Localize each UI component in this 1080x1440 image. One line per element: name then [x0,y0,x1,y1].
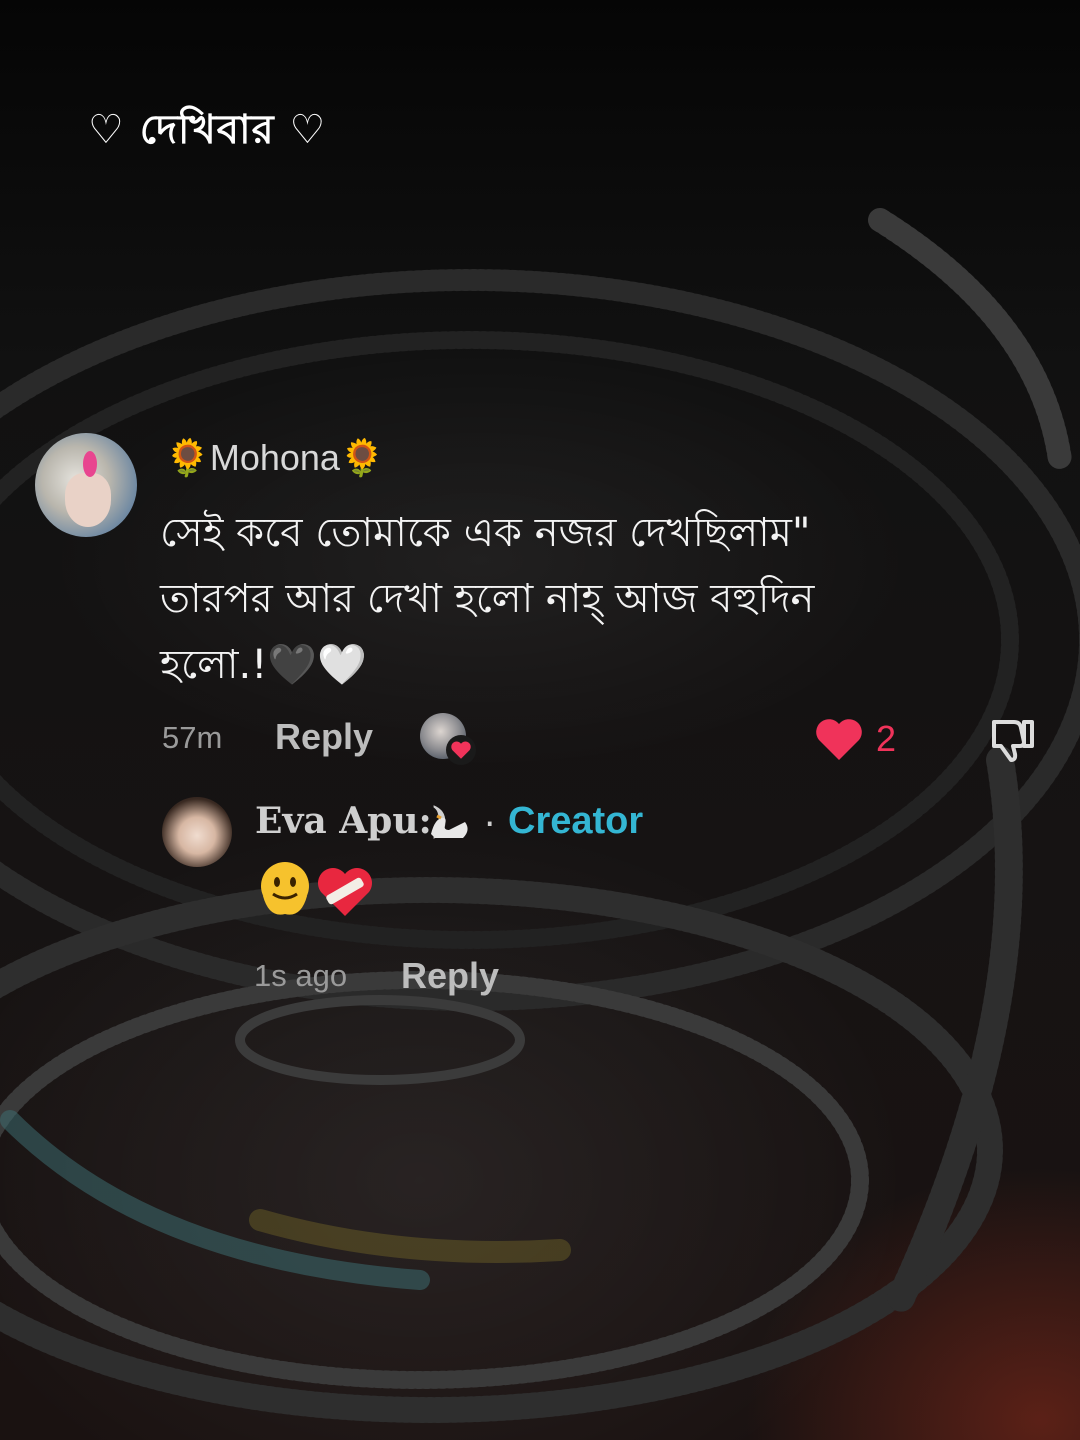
dislike-icon[interactable] [986,714,1038,766]
avatar-hand [65,473,111,527]
comment-reply-button[interactable]: Reply [275,716,373,758]
creator-liked-heart-icon [446,735,476,765]
mending-heart-icon [318,868,372,916]
reply-time: 1s ago [254,958,348,993]
avatar-flower [83,451,97,477]
name-separator: · [484,804,496,845]
commenter-avatar[interactable] [35,433,137,537]
comment-text: সেই কবে তোমাকে এক নজর দেখছিলাম" তারপর আর… [160,510,815,688]
commenter-username[interactable]: 🌻Mohona🌻 [165,437,385,479]
like-count: 2 [876,718,897,759]
like-heart-icon[interactable] [814,716,864,762]
melting-face-icon [261,862,309,915]
reply-username[interactable]: Eva Apu:) [255,800,449,842]
comment-time: 57m [162,720,223,755]
reply-reply-button[interactable]: Reply [401,955,499,997]
reply-avatar[interactable] [162,797,232,867]
creator-badge: Creator [508,800,644,842]
swan-icon [431,814,468,838]
reply-emoji-content [261,862,372,916]
page-title: ♡ দেখিবার ♡ [88,106,327,153]
